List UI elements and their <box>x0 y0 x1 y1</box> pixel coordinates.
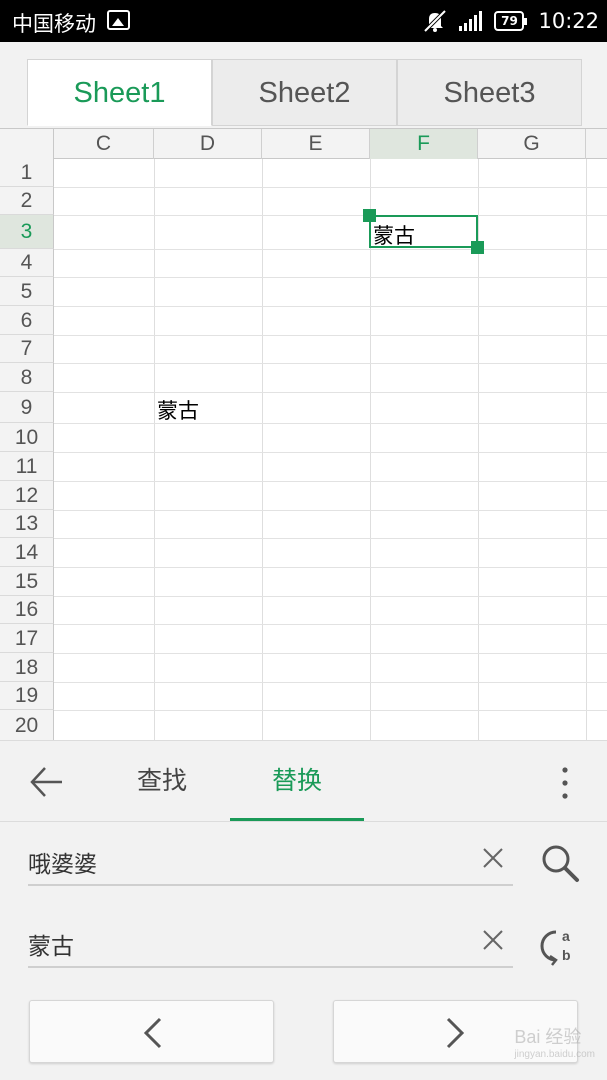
selection-handle-bottom-right[interactable] <box>471 241 484 254</box>
grid-line <box>54 481 607 482</box>
selection-handle-top-left[interactable] <box>363 209 376 222</box>
row-header-6[interactable]: 6 <box>0 306 54 335</box>
replace-field <box>28 918 513 968</box>
grid-line <box>54 567 607 568</box>
grid-line <box>54 510 607 511</box>
grid-line <box>54 249 607 250</box>
grid-line <box>54 538 607 539</box>
row-header-3[interactable]: 3 <box>0 215 54 249</box>
grid-line <box>54 423 607 424</box>
chevron-left-icon <box>143 1017 162 1049</box>
spreadsheet-grid[interactable]: C D E F G 1 2 3 4 5 6 7 8 9 10 11 12 13 … <box>0 128 607 740</box>
select-all-corner[interactable] <box>0 129 54 159</box>
row-header-8[interactable]: 8 <box>0 363 54 392</box>
row-header-15[interactable]: 15 <box>0 567 54 596</box>
grid-line <box>54 335 607 336</box>
row-header-19[interactable]: 19 <box>0 682 54 710</box>
column-header-f[interactable]: F <box>370 129 478 159</box>
tab-find[interactable]: 查找 <box>112 741 212 821</box>
mute-icon <box>424 9 447 33</box>
row-header-17[interactable]: 17 <box>0 624 54 653</box>
signal-icon <box>459 11 483 31</box>
row-header-12[interactable]: 12 <box>0 481 54 510</box>
column-header-d[interactable]: D <box>154 129 262 159</box>
row-header-5[interactable]: 5 <box>0 277 54 306</box>
back-arrow-icon[interactable] <box>28 763 66 801</box>
watermark-text: Bai 经验 <box>514 1027 582 1047</box>
watermark-url: jingyan.baidu.com <box>514 1049 595 1060</box>
row-header-4[interactable]: 4 <box>0 249 54 277</box>
grid-line <box>54 682 607 683</box>
find-field <box>28 836 513 886</box>
row-header-2[interactable]: 2 <box>0 187 54 215</box>
sheet-tabs: Sheet1 Sheet2 Sheet3 <box>0 42 607 128</box>
clear-find-icon[interactable] <box>481 846 505 870</box>
find-input[interactable] <box>28 842 448 882</box>
row-header-18[interactable]: 18 <box>0 653 54 682</box>
svg-text:a: a <box>562 928 570 944</box>
replace-icon[interactable]: a b <box>540 924 580 966</box>
grid-line <box>54 653 607 654</box>
status-bar: 中国移动 79 10:22 <box>0 0 607 42</box>
column-header-row: C D E F G <box>0 129 607 159</box>
more-options-icon[interactable] <box>560 765 570 801</box>
row-header-1[interactable]: 1 <box>0 159 54 187</box>
replace-input[interactable] <box>28 924 448 964</box>
column-header-g[interactable]: G <box>478 129 586 159</box>
tab-sheet1[interactable]: Sheet1 <box>27 59 212 126</box>
tab-replace[interactable]: 替换 <box>230 741 364 821</box>
status-indicators: 79 10:22 <box>422 6 599 36</box>
active-tab-indicator <box>230 818 364 821</box>
row-header-11[interactable]: 11 <box>0 452 54 481</box>
row-header-7[interactable]: 7 <box>0 335 54 363</box>
grid-line <box>54 392 607 393</box>
grid-line <box>54 363 607 364</box>
grid-line <box>54 187 607 188</box>
row-header-14[interactable]: 14 <box>0 538 54 567</box>
row-header-16[interactable]: 16 <box>0 596 54 624</box>
row-header-9[interactable]: 9 <box>0 392 54 423</box>
tab-sheet2[interactable]: Sheet2 <box>212 59 397 126</box>
carrier-name: 中国移动 <box>12 12 96 36</box>
search-icon[interactable] <box>540 843 580 883</box>
find-replace-toolbar: 查找 替换 <box>0 740 607 822</box>
grid-line <box>54 277 607 278</box>
row-header-13[interactable]: 13 <box>0 510 54 538</box>
row-header-10[interactable]: 10 <box>0 423 54 452</box>
clear-replace-icon[interactable] <box>481 928 505 952</box>
previous-button[interactable] <box>29 1000 274 1063</box>
cell-d9[interactable]: 蒙古 <box>157 395 199 425</box>
grid-line <box>54 215 607 216</box>
chevron-right-icon <box>446 1017 465 1049</box>
battery-icon: 79 <box>494 11 528 31</box>
watermark: Bai 经验 jingyan.baidu.com <box>514 1023 595 1060</box>
tab-sheet3[interactable]: Sheet3 <box>397 59 582 126</box>
row-header-20[interactable]: 20 <box>0 710 54 740</box>
column-header-c[interactable]: C <box>54 129 154 159</box>
grid-line <box>54 596 607 597</box>
status-time: 10:22 <box>538 9 599 33</box>
svg-text:b: b <box>562 947 571 963</box>
grid-line <box>54 306 607 307</box>
column-header-e[interactable]: E <box>262 129 370 159</box>
grid-line <box>54 710 607 711</box>
grid-line <box>54 624 607 625</box>
grid-line <box>54 452 607 453</box>
image-notification-icon <box>107 10 130 30</box>
cell-selection <box>369 215 478 248</box>
